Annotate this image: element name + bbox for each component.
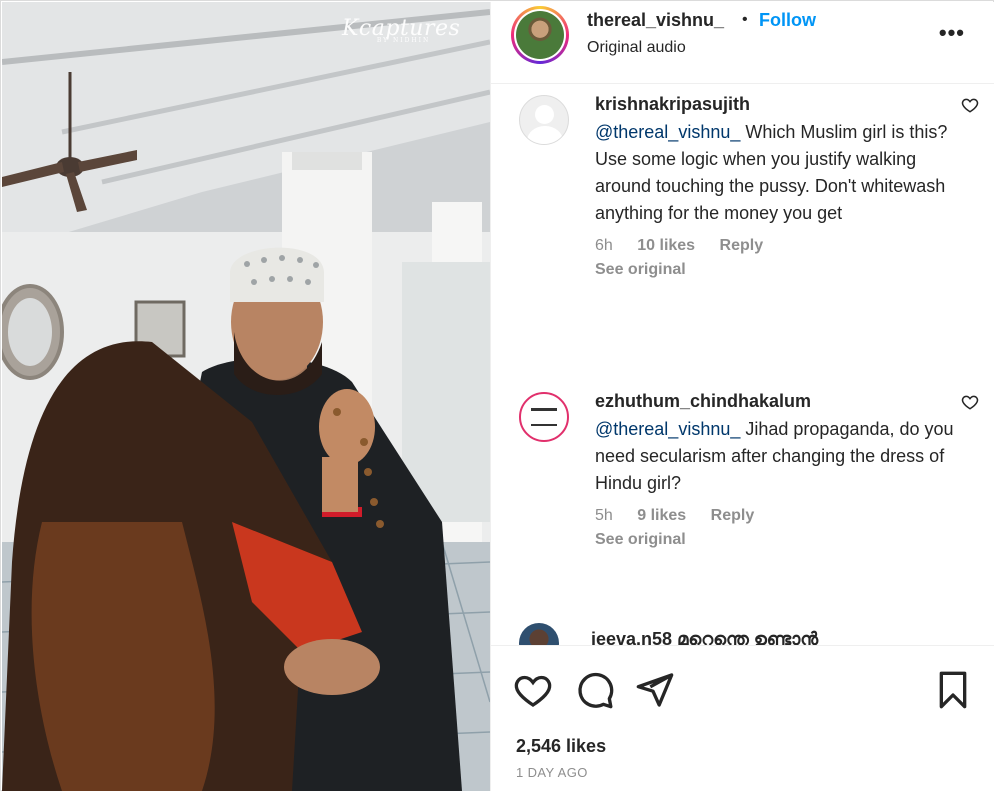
post-side-panel: thereal_vishnu_ • Follow Original audio … bbox=[490, 2, 994, 791]
audio-link[interactable]: Original audio bbox=[587, 39, 686, 57]
post-actions: 2,546 likes 1 DAY AGO bbox=[491, 645, 994, 791]
heart-icon[interactable] bbox=[513, 670, 553, 710]
share-icon[interactable] bbox=[635, 670, 675, 710]
comment-username[interactable]: jeeva.n58 മറ്റെന്തെ ഉണ്ടാൻ bbox=[591, 629, 818, 645]
reply-button[interactable]: Reply bbox=[720, 237, 764, 254]
comment-username[interactable]: krishnakripasujith bbox=[595, 93, 975, 115]
video-frame bbox=[2, 2, 490, 791]
comments-list[interactable]: krishnakripasujith @thereal_vishnu_ Whic… bbox=[491, 85, 994, 645]
more-options-icon[interactable]: ••• bbox=[939, 20, 965, 46]
comment-username[interactable]: ezhuthum_chindhakalum bbox=[595, 390, 975, 412]
post-timestamp: 1 DAY AGO bbox=[516, 765, 588, 780]
comment-mention[interactable]: @thereal_vishnu_ bbox=[595, 122, 740, 142]
reply-button[interactable]: Reply bbox=[711, 507, 755, 524]
logo-avatar[interactable] bbox=[519, 392, 569, 442]
comment-meta: 5h 9 likes Reply bbox=[595, 507, 975, 525]
see-original-link[interactable]: See original bbox=[595, 261, 975, 279]
comment-item: ezhuthum_chindhakalum @thereal_vishnu_ J… bbox=[519, 390, 979, 549]
comment-meta: 6h 10 likes Reply bbox=[595, 237, 975, 255]
comment-item-partial: jeeva.n58 മറ്റെന്തെ ഉണ്ടാൻ bbox=[519, 623, 989, 645]
comment-text: @thereal_vishnu_ Jihad propaganda, do yo… bbox=[595, 416, 975, 497]
watermark-logo: Kcaptures BY NIDHIN bbox=[342, 16, 461, 44]
comment-icon[interactable] bbox=[575, 670, 615, 710]
comment-mention[interactable]: @thereal_vishnu_ bbox=[595, 419, 740, 439]
likes-count[interactable]: 2,546 likes bbox=[516, 736, 606, 757]
post-header: thereal_vishnu_ • Follow Original audio … bbox=[491, 2, 994, 84]
author-avatar[interactable] bbox=[511, 6, 569, 64]
author-username[interactable]: thereal_vishnu_ bbox=[587, 10, 724, 31]
default-avatar-icon[interactable] bbox=[519, 95, 569, 145]
comment-like-heart-icon[interactable] bbox=[961, 393, 979, 411]
comment-item: krishnakripasujith @thereal_vishnu_ Whic… bbox=[519, 93, 979, 279]
comment-time: 6h bbox=[595, 237, 613, 254]
bookmark-icon[interactable] bbox=[933, 670, 973, 710]
post-dialog: Kcaptures BY NIDHIN thereal_vishnu_ • Fo… bbox=[0, 0, 994, 791]
comment-likes[interactable]: 9 likes bbox=[637, 507, 686, 524]
separator-dot: • bbox=[742, 11, 748, 28]
follow-button[interactable]: Follow bbox=[759, 10, 816, 31]
comment-text: @thereal_vishnu_ Which Muslim girl is th… bbox=[595, 119, 975, 227]
commenter-avatar[interactable] bbox=[519, 623, 559, 645]
comment-time: 5h bbox=[595, 507, 613, 524]
comment-likes[interactable]: 10 likes bbox=[637, 237, 695, 254]
see-original-link[interactable]: See original bbox=[595, 531, 975, 549]
post-media[interactable]: Kcaptures BY NIDHIN bbox=[2, 2, 490, 791]
comment-like-heart-icon[interactable] bbox=[961, 96, 979, 114]
